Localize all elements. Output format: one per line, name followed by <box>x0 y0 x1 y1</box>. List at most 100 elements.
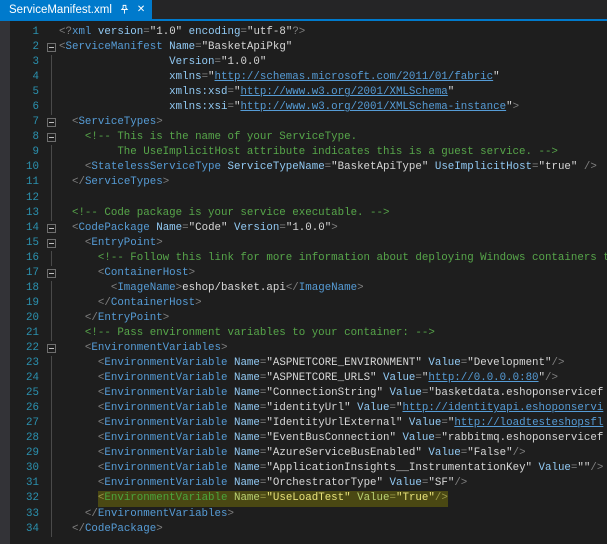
line-number[interactable]: 3 <box>10 55 46 70</box>
line-number[interactable]: 4 <box>10 70 46 85</box>
line-number[interactable]: 10 <box>10 160 46 175</box>
fold-collapse-icon[interactable] <box>47 43 56 52</box>
line-number[interactable]: 11 <box>10 175 46 190</box>
fold-guide-line <box>51 326 52 341</box>
fold-margin <box>46 491 59 506</box>
code-token-elem: StatelessServiceType <box>91 161 221 173</box>
line-number[interactable]: 23 <box>10 356 46 371</box>
fold-collapse-icon[interactable] <box>47 118 56 127</box>
line-number[interactable]: 34 <box>10 522 46 537</box>
code-line[interactable]: 10 <StatelessServiceType ServiceTypeName… <box>0 160 607 175</box>
code-line[interactable]: 16 <!-- Follow this link for more inform… <box>0 251 607 266</box>
code-line[interactable]: 32 <EnvironmentVariable Name="UseLoadTes… <box>0 491 607 506</box>
fold-margin <box>46 386 59 401</box>
line-number[interactable]: 18 <box>10 281 46 296</box>
code-line[interactable]: 2<ServiceManifest Name="BasketApiPkg" <box>0 40 607 55</box>
line-number[interactable]: 12 <box>10 191 46 206</box>
fold-margin <box>46 401 59 416</box>
pin-icon[interactable] <box>119 4 130 15</box>
line-number[interactable]: 32 <box>10 491 46 506</box>
code-line[interactable]: 5 xmlns:xsd="http://www.w3.org/2001/XMLS… <box>0 85 607 100</box>
code-line[interactable]: 7 <ServiceTypes> <box>0 115 607 130</box>
code-line[interactable]: 11 </ServiceTypes> <box>0 175 607 190</box>
line-number[interactable]: 17 <box>10 266 46 281</box>
code-line[interactable]: 26 <EnvironmentVariable Name="identityUr… <box>0 401 607 416</box>
code-indent <box>59 311 85 326</box>
line-number[interactable]: 22 <box>10 341 46 356</box>
code-line[interactable]: 28 <EnvironmentVariable Name="EventBusCo… <box>0 431 607 446</box>
code-token-elem: EnvironmentVariable <box>104 357 227 369</box>
code-line[interactable]: 6 xmlns:xsi="http://www.w3.org/2001/XMLS… <box>0 100 607 115</box>
code-text: <EnvironmentVariable Name="UseLoadTest" … <box>98 491 448 506</box>
line-number[interactable]: 15 <box>10 236 46 251</box>
code-line[interactable]: 33 </EnvironmentVariables> <box>0 507 607 522</box>
code-line[interactable]: 19 </ContainerHost> <box>0 296 607 311</box>
line-number[interactable]: 24 <box>10 371 46 386</box>
code-indent <box>59 401 98 416</box>
code-line[interactable]: 4 xmlns="http://schemas.microsoft.com/20… <box>0 70 607 85</box>
code-line[interactable]: 20 </EntryPoint> <box>0 311 607 326</box>
code-line[interactable]: 15 <EntryPoint> <box>0 236 607 251</box>
line-number[interactable]: 19 <box>10 296 46 311</box>
line-number[interactable]: 7 <box>10 115 46 130</box>
code-editor[interactable]: 1<?xml version="1.0" encoding="utf-8"?>2… <box>0 21 607 544</box>
line-number[interactable]: 30 <box>10 461 46 476</box>
code-line[interactable]: 13 <!-- Code package is your service exe… <box>0 206 607 221</box>
line-number[interactable]: 16 <box>10 251 46 266</box>
code-text: The UseImplicitHost attribute indicates … <box>117 145 558 160</box>
code-indent <box>59 507 85 522</box>
line-number[interactable]: 9 <box>10 145 46 160</box>
code-text: <EnvironmentVariable Name="AzureServiceB… <box>98 446 526 461</box>
fold-collapse-icon[interactable] <box>47 269 56 278</box>
code-token-delim: > <box>163 176 169 188</box>
fold-collapse-icon[interactable] <box>47 133 56 142</box>
code-line[interactable]: 31 <EnvironmentVariable Name="Orchestrat… <box>0 476 607 491</box>
code-line[interactable]: 3 Version="1.0.0" <box>0 55 607 70</box>
code-line[interactable]: 12 <box>0 191 607 206</box>
code-line[interactable]: 30 <EnvironmentVariable Name="Applicatio… <box>0 461 607 476</box>
fold-margin <box>46 55 59 70</box>
line-number[interactable]: 21 <box>10 326 46 341</box>
line-number[interactable]: 14 <box>10 221 46 236</box>
fold-collapse-icon[interactable] <box>47 239 56 248</box>
line-number[interactable]: 5 <box>10 85 46 100</box>
fold-collapse-icon[interactable] <box>47 224 56 233</box>
code-token-elem: EntryPoint <box>98 312 163 324</box>
line-number[interactable]: 13 <box>10 206 46 221</box>
line-number[interactable]: 25 <box>10 386 46 401</box>
code-line[interactable]: 24 <EnvironmentVariable Name="ASPNETCORE… <box>0 371 607 386</box>
code-token-attr: Value <box>532 462 571 474</box>
code-token-text: eshop/basket.api <box>182 282 286 294</box>
code-line[interactable]: 8 <!-- This is the name of your ServiceT… <box>0 130 607 145</box>
code-line[interactable]: 29 <EnvironmentVariable Name="AzureServi… <box>0 446 607 461</box>
code-line[interactable]: 22 <EnvironmentVariables> <box>0 341 607 356</box>
code-line[interactable]: 23 <EnvironmentVariable Name="ASPNETCORE… <box>0 356 607 371</box>
fold-margin <box>46 160 59 175</box>
code-line[interactable]: 18 <ImageName>eshop/basket.api</ImageNam… <box>0 281 607 296</box>
line-number[interactable]: 27 <box>10 416 46 431</box>
line-number[interactable]: 6 <box>10 100 46 115</box>
code-token-str: "SF" <box>428 477 454 489</box>
code-line[interactable]: 9 The UseImplicitHost attribute indicate… <box>0 145 607 160</box>
code-line[interactable]: 27 <EnvironmentVariable Name="IdentityUr… <box>0 416 607 431</box>
code-line[interactable]: 1<?xml version="1.0" encoding="utf-8"?> <box>0 25 607 40</box>
code-line[interactable]: 21 <!-- Pass environment variables to yo… <box>0 326 607 341</box>
code-token-attr: xmlns <box>169 71 201 83</box>
line-number[interactable]: 20 <box>10 311 46 326</box>
line-number[interactable]: 8 <box>10 130 46 145</box>
line-number[interactable]: 1 <box>10 25 46 40</box>
tab-servicemanifest[interactable]: ServiceManifest.xml ✕ <box>0 0 152 19</box>
close-icon[interactable]: ✕ <box>137 5 145 15</box>
line-number[interactable]: 26 <box>10 401 46 416</box>
line-number[interactable]: 33 <box>10 507 46 522</box>
code-line[interactable]: 34 </CodePackage> <box>0 522 607 537</box>
code-line[interactable]: 14 <CodePackage Name="Code" Version="1.0… <box>0 221 607 236</box>
line-number[interactable]: 2 <box>10 40 46 55</box>
line-number[interactable]: 28 <box>10 431 46 446</box>
line-number[interactable]: 29 <box>10 446 46 461</box>
code-line[interactable]: 25 <EnvironmentVariable Name="Connection… <box>0 386 607 401</box>
code-token-str: "AzureServiceBusEnabled" <box>266 447 422 459</box>
line-number[interactable]: 31 <box>10 476 46 491</box>
fold-collapse-icon[interactable] <box>47 344 56 353</box>
code-line[interactable]: 17 <ContainerHost> <box>0 266 607 281</box>
